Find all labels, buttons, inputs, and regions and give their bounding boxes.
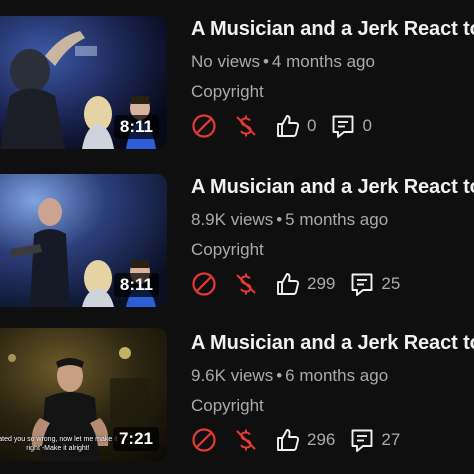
- thumbs-up-icon: [277, 273, 300, 295]
- video-meta: 9.6K views • 6 months ago: [191, 366, 474, 386]
- video-meta: 8.9K views • 5 months ago: [191, 210, 474, 230]
- upload-age: 6 months ago: [285, 366, 389, 385]
- meta-separator: •: [262, 52, 269, 71]
- restriction-button[interactable]: [191, 113, 217, 139]
- comment-icon: [333, 115, 354, 138]
- comments-stat[interactable]: 27: [349, 427, 400, 453]
- blocked-circle-icon: [192, 428, 216, 452]
- video-row[interactable]: ated you so wrong, now let me make it ri…: [0, 314, 474, 464]
- video-info: A Musician and a Jerk React to 8.9K view…: [191, 176, 474, 298]
- dollar-off-icon: [236, 115, 256, 137]
- comment-count: 27: [381, 430, 401, 449]
- video-title[interactable]: A Musician and a Jerk React to: [191, 18, 474, 41]
- video-info: A Musician and a Jerk React to 9.6K view…: [191, 332, 474, 454]
- restriction-button[interactable]: [191, 271, 217, 297]
- blocked-circle-icon: [192, 114, 216, 138]
- like-count: 0: [307, 116, 317, 135]
- video-thumbnail[interactable]: 8:11: [0, 16, 167, 149]
- likes-stat[interactable]: 0: [275, 113, 316, 139]
- thumbs-up-icon: [277, 429, 300, 451]
- view-count: 9.6K views: [191, 366, 274, 385]
- video-stats: 296 27: [191, 426, 474, 454]
- video-row[interactable]: 8:11 A Musician and a Jerk React to 8.9K…: [0, 158, 474, 308]
- comment-icon: [351, 273, 373, 296]
- like-count: 296: [307, 430, 336, 449]
- view-count: No views: [191, 52, 260, 71]
- video-info: A Musician and a Jerk React to No views •…: [191, 18, 474, 140]
- monetization-button[interactable]: [233, 113, 259, 139]
- video-meta: No views • 4 months ago: [191, 52, 474, 72]
- video-stats: 299 25: [191, 270, 474, 298]
- comment-count: 25: [381, 274, 401, 293]
- dollar-off-icon: [236, 273, 256, 295]
- upload-age: 4 months ago: [271, 52, 375, 71]
- comments-stat[interactable]: 0: [330, 113, 372, 139]
- comments-stat[interactable]: 25: [349, 271, 400, 297]
- likes-stat[interactable]: 299: [275, 271, 335, 297]
- thumbs-up-icon: [277, 115, 300, 137]
- duration-badge: 8:11: [113, 115, 159, 139]
- monetization-button[interactable]: [233, 427, 259, 453]
- video-thumbnail[interactable]: ated you so wrong, now let me make it ri…: [0, 328, 167, 461]
- upload-age: 5 months ago: [285, 210, 389, 229]
- duration-badge: 8:11: [113, 273, 159, 297]
- likes-stat[interactable]: 296: [275, 427, 335, 453]
- like-count: 299: [307, 274, 336, 293]
- video-title[interactable]: A Musician and a Jerk React to: [191, 332, 474, 355]
- blocked-circle-icon: [192, 272, 216, 296]
- restriction-button[interactable]: [191, 427, 217, 453]
- video-row[interactable]: 8:11 A Musician and a Jerk React to No v…: [0, 0, 474, 150]
- comment-count: 0: [362, 116, 372, 135]
- view-count: 8.9K views: [191, 210, 274, 229]
- meta-separator: •: [276, 366, 283, 385]
- restriction-label[interactable]: Copyright: [191, 396, 474, 416]
- restriction-label[interactable]: Copyright: [191, 240, 474, 260]
- comment-icon: [351, 429, 373, 452]
- video-title[interactable]: A Musician and a Jerk React to: [191, 176, 474, 199]
- dollar-off-icon: [236, 429, 256, 451]
- restriction-label[interactable]: Copyright: [191, 82, 474, 102]
- video-stats: 0 0: [191, 112, 474, 140]
- thumbnail-caption: ated you so wrong, now let me make it ri…: [0, 436, 118, 452]
- duration-badge: 7:21: [112, 427, 159, 451]
- monetization-button[interactable]: [233, 271, 259, 297]
- meta-separator: •: [276, 210, 283, 229]
- video-thumbnail[interactable]: 8:11: [0, 174, 167, 307]
